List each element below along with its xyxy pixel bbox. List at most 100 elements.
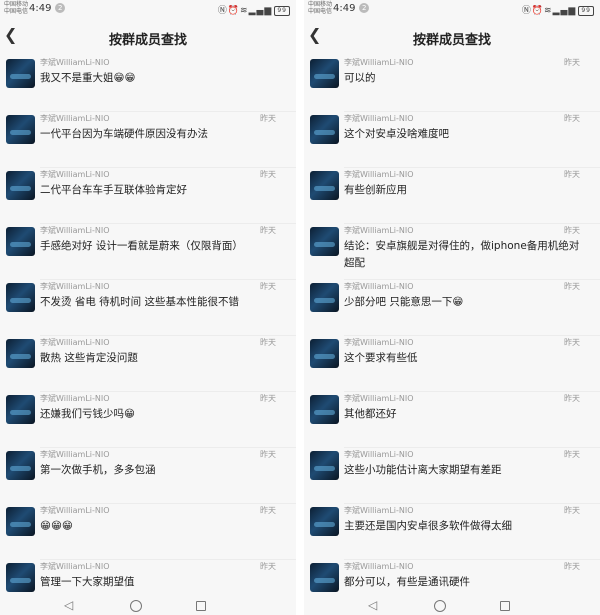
message-list[interactable]: 李斌WilliamLi-NIO 我又不是重大姐😁😁 李斌WilliamLi-NIO 昨… — [0, 56, 296, 595]
sender-name: 李斌WilliamLi-NIO — [40, 562, 110, 571]
message-time: 昨天 — [260, 394, 276, 403]
message-item[interactable]: 李斌WilliamLi-NIO 昨天 少部分吧 只能意思一下😁 — [304, 280, 600, 336]
avatar[interactable] — [310, 395, 339, 424]
title-bar: ❮ 按群成员查找 — [0, 18, 296, 56]
message-time: 昨天 — [564, 58, 580, 67]
avatar[interactable] — [6, 283, 35, 312]
avatar[interactable] — [310, 339, 339, 368]
message-text: 我又不是重大姐😁😁 — [40, 72, 136, 84]
carrier-labels: 中国移动 中国电信 — [308, 1, 334, 15]
status-time: 4:49 — [333, 3, 356, 14]
status-time: 4:49 — [29, 3, 52, 14]
avatar[interactable] — [6, 115, 35, 144]
message-item[interactable]: 李斌WilliamLi-NIO 昨天 这些小功能估计离大家期望有差距 — [304, 448, 600, 504]
sender-name: 李斌WilliamLi-NIO — [344, 562, 414, 571]
sender-name: 李斌WilliamLi-NIO — [40, 58, 110, 67]
message-item[interactable]: 李斌WilliamLi-NIO 昨天 一代平台因为车端硬件原因没有办法 — [0, 112, 296, 168]
sender-name: 李斌WilliamLi-NIO — [344, 450, 414, 459]
message-item[interactable]: 李斌WilliamLi-NIO 昨天 主要还是国内安卓很多软件做得太细 — [304, 504, 600, 560]
carrier-top: 中国移动 — [308, 1, 333, 8]
message-text: 少部分吧 只能意思一下😁 — [344, 296, 464, 308]
signal-icon: ▂▄▆ — [248, 6, 273, 16]
nav-home-icon[interactable] — [434, 600, 446, 612]
message-item[interactable]: 李斌WilliamLi-NIO 昨天 结论：安卓旗舰是对得住的，做iphone备用机… — [304, 224, 600, 280]
alarm-icon: ⏰ — [531, 6, 545, 16]
nav-recent-icon[interactable] — [196, 601, 206, 611]
phone-screen-right: 中国移动 中国电信 4:49 2 Ⓝ⏰≋▂▄▆ 99 ❮ 按群成员查找 李斌Wil… — [304, 0, 600, 615]
sender-name: 李斌WilliamLi-NIO — [344, 170, 414, 179]
message-item[interactable]: 李斌WilliamLi-NIO 昨天 都分可以，有些是通讯硬件 — [304, 560, 600, 595]
page-title: 按群成员查找 — [412, 33, 491, 48]
message-item[interactable]: 李斌WilliamLi-NIO 我又不是重大姐😁😁 — [0, 56, 296, 112]
avatar[interactable] — [310, 115, 339, 144]
message-item[interactable]: 李斌WilliamLi-NIO 昨天 这个对安卓没啥难度吧 — [304, 112, 600, 168]
message-time: 昨天 — [564, 338, 580, 347]
message-text: 可以的 — [344, 72, 376, 84]
message-item[interactable]: 李斌WilliamLi-NIO 昨天 有些创新应用 — [304, 168, 600, 224]
sender-name: 李斌WilliamLi-NIO — [40, 394, 110, 403]
nav-bar: ◁ — [304, 595, 600, 615]
nav-recent-icon[interactable] — [500, 601, 510, 611]
avatar[interactable] — [310, 227, 339, 256]
avatar[interactable] — [310, 59, 339, 88]
nav-back-icon[interactable]: ◁ — [64, 598, 73, 612]
status-bar: 中国移动 中国电信 4:49 2 Ⓝ⏰≋▂▄▆ 99 — [304, 0, 600, 18]
message-item[interactable]: 李斌WilliamLi-NIO 昨天可以的 — [304, 56, 600, 112]
message-time: 昨天 — [564, 114, 580, 123]
sender-name: 李斌WilliamLi-NIO — [344, 58, 414, 67]
message-item[interactable]: 李斌WilliamLi-NIO 昨天 二代平台车车手互联体验肯定好 — [0, 168, 296, 224]
message-item[interactable]: 李斌WilliamLi-NIO 昨天 😁😁😁 — [0, 504, 296, 560]
avatar[interactable] — [310, 283, 339, 312]
message-text: 一代平台因为车端硬件原因没有办法 — [40, 128, 208, 140]
message-time: 昨天 — [564, 394, 580, 403]
message-item[interactable]: 李斌WilliamLi-NIO 昨天 手感绝对好 设计一看就是蔚来（仅限背面） — [0, 224, 296, 280]
nav-home-icon[interactable] — [130, 600, 142, 612]
message-text: 结论：安卓旗舰是对得住的，做iphone备用机绝对超配 — [344, 240, 580, 269]
battery-icon: 99 — [578, 6, 594, 16]
message-item[interactable]: 李斌WilliamLi-NIO 昨天 管理一下大家期望值 — [0, 560, 296, 595]
avatar[interactable] — [310, 563, 339, 592]
wifi-icon: ≋ — [544, 6, 553, 16]
carrier-labels: 中国移动 中国电信 — [4, 1, 30, 15]
message-list[interactable]: 李斌WilliamLi-NIO 昨天 可以的 李斌WilliamLi-NIO 昨天 这个对… — [304, 56, 600, 595]
avatar[interactable] — [6, 507, 35, 536]
battery-icon: 99 — [274, 6, 290, 16]
sender-name: 李斌WilliamLi-NIO — [344, 226, 414, 235]
sender-name: 李斌WilliamLi-NIO — [40, 338, 110, 347]
message-text: 不发烫 省电 待机时间 这些基本性能很不错 — [40, 296, 240, 308]
message-item[interactable]: 李斌WilliamLi-NIO 昨天还嫌我们亏钱少吗😁 — [0, 392, 296, 448]
message-item[interactable]: 李斌WilliamLi-NIO 昨天 第一次做手机，多多包涵 — [0, 448, 296, 504]
avatar[interactable] — [310, 451, 339, 480]
system-icons: Ⓝ⏰≋▂▄▆ 99 — [218, 3, 290, 16]
carrier-bottom: 中国电信 — [308, 8, 333, 15]
message-time: 昨天 — [564, 506, 580, 515]
message-item[interactable]: 李斌WilliamLi-NIO 昨天 这个要求有些低 — [304, 336, 600, 392]
message-item[interactable]: 李斌WilliamLi-NIO 昨天 不发烫 省电 待机时间 这些基本性能很不错 — [0, 280, 296, 336]
message-item[interactable]: 李斌WilliamLi-NIO 昨天 其他都还好 — [304, 392, 600, 448]
notification-badge: 2 — [55, 3, 66, 13]
avatar[interactable] — [6, 339, 35, 368]
avatar[interactable] — [6, 395, 35, 424]
nav-back-icon[interactable]: ◁ — [368, 598, 377, 612]
message-time: 昨天 — [260, 226, 276, 235]
message-time: 昨天 — [260, 282, 276, 291]
avatar[interactable] — [6, 451, 35, 480]
avatar[interactable] — [310, 507, 339, 536]
avatar[interactable] — [310, 171, 339, 200]
sender-name: 李斌WilliamLi-NIO — [40, 506, 110, 515]
message-item[interactable]: 李斌WilliamLi-NIO 昨天散热 这些肯定没问题 — [0, 336, 296, 392]
message-text: 这个对安卓没啥难度吧 — [344, 128, 449, 140]
avatar[interactable] — [6, 563, 35, 592]
sender-name: 李斌WilliamLi-NIO — [344, 394, 414, 403]
sender-name: 李斌WilliamLi-NIO — [40, 450, 110, 459]
message-text: 散热 这些肯定没问题 — [40, 352, 138, 364]
avatar[interactable] — [6, 171, 35, 200]
page-title: 按群成员查找 — [108, 33, 187, 48]
message-time: 昨天 — [260, 338, 276, 347]
notification-badge: 2 — [359, 3, 370, 13]
sender-name: 李斌WilliamLi-NIO — [344, 282, 414, 291]
message-time: 昨天 — [260, 170, 276, 179]
avatar[interactable] — [6, 227, 35, 256]
message-text: 还嫌我们亏钱少吗😁 — [40, 408, 135, 420]
avatar[interactable] — [6, 59, 35, 88]
